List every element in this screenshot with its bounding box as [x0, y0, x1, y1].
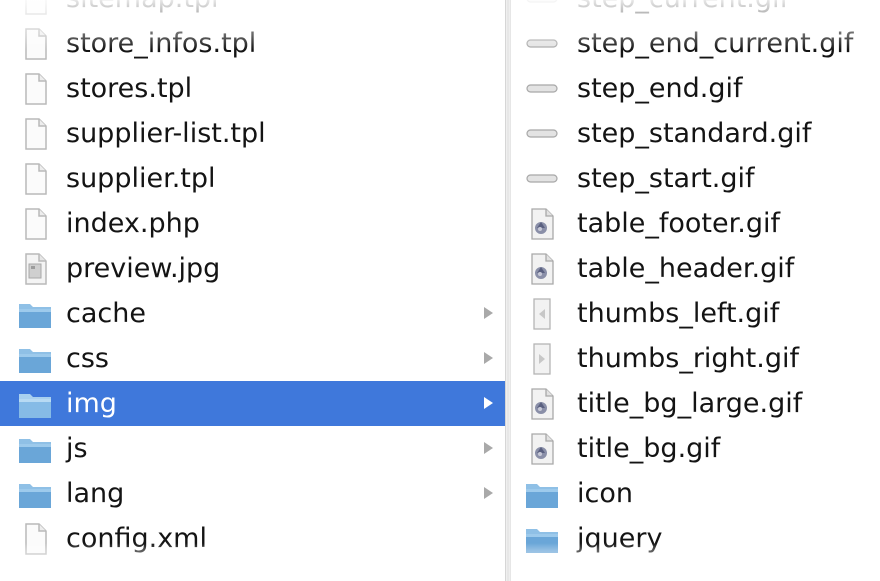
item-label: js: [66, 433, 88, 464]
item-label: step_start.gif: [577, 163, 755, 194]
item-label: step_end.gif: [577, 73, 743, 104]
item-label: supplier.tpl: [66, 163, 216, 194]
document-icon: [18, 0, 52, 16]
item-label: icon: [577, 478, 633, 509]
item-label: step_standard.gif: [577, 118, 812, 149]
item-label: table_header.gif: [577, 253, 795, 284]
list-item[interactable]: step_current.gif: [511, 0, 880, 21]
bar-thumbnail-icon: [525, 0, 559, 16]
document-icon: [18, 522, 52, 556]
list-item[interactable]: supplier.tpl: [0, 156, 505, 201]
list-item[interactable]: step_end_current.gif: [511, 21, 880, 66]
gif-file-icon: [525, 207, 559, 241]
file-list-right: step_current.gif step_end_current.gif st…: [511, 0, 880, 561]
gif-file-icon: [525, 432, 559, 466]
document-icon: [18, 72, 52, 106]
bar-thumbnail-icon: [525, 27, 559, 61]
list-item[interactable]: preview.jpg: [0, 246, 505, 291]
list-item[interactable]: store_infos.tpl: [0, 21, 505, 66]
list-item[interactable]: table_footer.gif: [511, 201, 880, 246]
document-icon: [18, 117, 52, 151]
folder-icon: [18, 387, 52, 421]
list-item[interactable]: stores.tpl: [0, 66, 505, 111]
list-item-selected[interactable]: img: [0, 381, 505, 426]
item-label: step_current.gif: [577, 0, 789, 14]
item-label: thumbs_left.gif: [577, 298, 780, 329]
item-label: lang: [66, 478, 125, 509]
item-label: title_bg_large.gif: [577, 388, 803, 419]
folder-icon: [18, 297, 52, 331]
folder-icon: [18, 342, 52, 376]
list-item[interactable]: js: [0, 426, 505, 471]
list-item[interactable]: sitemap.tpl: [0, 0, 505, 21]
item-label: store_infos.tpl: [66, 28, 257, 59]
list-item[interactable]: thumbs_right.gif: [511, 336, 880, 381]
folder-icon: [18, 477, 52, 511]
list-item[interactable]: jquery: [511, 516, 880, 561]
list-item[interactable]: thumbs_left.gif: [511, 291, 880, 336]
gif-file-icon: [525, 252, 559, 286]
folder-icon: [525, 477, 559, 511]
list-item[interactable]: title_bg_large.gif: [511, 381, 880, 426]
item-label: preview.jpg: [66, 253, 221, 284]
item-label: config.xml: [66, 523, 207, 554]
list-item[interactable]: css: [0, 336, 505, 381]
item-label: css: [66, 343, 109, 374]
list-item[interactable]: table_header.gif: [511, 246, 880, 291]
list-item[interactable]: lang: [0, 471, 505, 516]
folder-icon: [18, 432, 52, 466]
list-item[interactable]: step_standard.gif: [511, 111, 880, 156]
disclosure-arrow-icon: [484, 307, 493, 319]
list-item[interactable]: step_end.gif: [511, 66, 880, 111]
item-label: supplier-list.tpl: [66, 118, 266, 149]
item-label: jquery: [577, 523, 663, 554]
disclosure-arrow-icon: [484, 352, 493, 364]
item-label: index.php: [66, 208, 200, 239]
list-item[interactable]: config.xml: [0, 516, 505, 561]
list-item[interactable]: index.php: [0, 201, 505, 246]
disclosure-arrow-icon: [484, 487, 493, 499]
gif-file-icon: [525, 387, 559, 421]
list-item[interactable]: step_start.gif: [511, 156, 880, 201]
document-icon: [18, 162, 52, 196]
item-label: img: [66, 388, 117, 419]
arrow-thumbnail-icon: [525, 342, 559, 376]
list-item[interactable]: title_bg.gif: [511, 426, 880, 471]
item-label: thumbs_right.gif: [577, 343, 799, 374]
disclosure-arrow-icon: [484, 442, 493, 454]
item-label: step_end_current.gif: [577, 28, 854, 59]
item-label: title_bg.gif: [577, 433, 721, 464]
column-right[interactable]: step_current.gif step_end_current.gif st…: [511, 0, 880, 581]
column-browser: sitemap.tpl store_infos.tpl stores.tpl s…: [0, 0, 880, 581]
document-icon: [18, 207, 52, 241]
item-label: sitemap.tpl: [66, 0, 219, 14]
bar-thumbnail-icon: [525, 162, 559, 196]
arrow-thumbnail-icon: [525, 297, 559, 331]
bar-thumbnail-icon: [525, 117, 559, 151]
disclosure-arrow-icon: [484, 397, 493, 409]
file-list-left: sitemap.tpl store_infos.tpl stores.tpl s…: [0, 0, 505, 561]
item-label: stores.tpl: [66, 73, 193, 104]
bar-thumbnail-icon: [525, 72, 559, 106]
item-label: cache: [66, 298, 146, 329]
document-icon: [18, 27, 52, 61]
list-item[interactable]: cache: [0, 291, 505, 336]
list-item[interactable]: icon: [511, 471, 880, 516]
column-left[interactable]: sitemap.tpl store_infos.tpl stores.tpl s…: [0, 0, 505, 581]
folder-icon: [525, 522, 559, 556]
list-item[interactable]: supplier-list.tpl: [0, 111, 505, 156]
image-file-icon: [18, 252, 52, 286]
item-label: table_footer.gif: [577, 208, 780, 239]
